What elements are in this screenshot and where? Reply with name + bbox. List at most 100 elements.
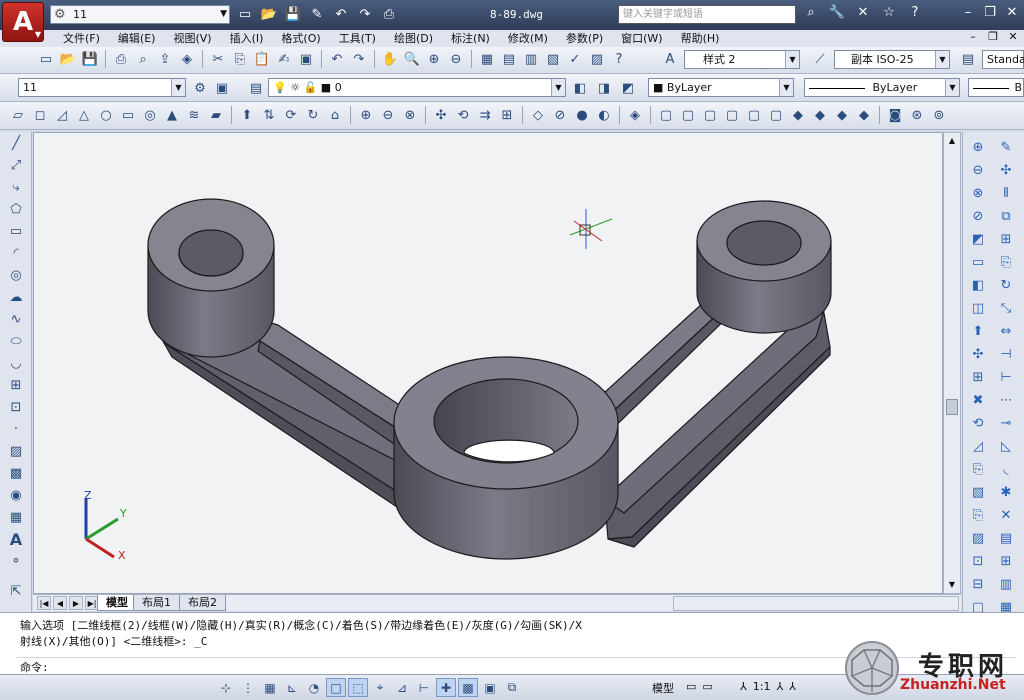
doc-close-icon[interactable]: ✕ (1006, 30, 1020, 43)
mirror-icon[interactable]: ⫴ (995, 182, 1017, 204)
manage-visual-styles-icon[interactable]: ◈ (625, 105, 645, 125)
helix-icon[interactable]: ≋ (184, 105, 204, 125)
3d-dwf-icon[interactable]: ◈ (177, 49, 197, 69)
3d-array-icon[interactable]: ⊞ (497, 105, 517, 125)
group-icon[interactable]: ⊞ (995, 550, 1017, 572)
new-icon[interactable]: ▭ (236, 5, 254, 23)
add-selected-icon[interactable]: ⚬ (1, 550, 31, 572)
extend-icon[interactable]: ⊢ (995, 366, 1017, 388)
restore-button[interactable]: ❐ (980, 4, 1000, 22)
3d-rotate-icon[interactable]: ⟲ (453, 105, 473, 125)
copy-faces-icon[interactable]: ⎘ (967, 458, 989, 480)
slice-icon[interactable]: ◩ (967, 228, 989, 250)
scroll-up-icon[interactable]: ▲ (944, 133, 960, 149)
redo-icon[interactable]: ↷ (356, 5, 374, 23)
hidden-icon[interactable]: ⊘ (550, 105, 570, 125)
planar-surface-icon[interactable]: ▰ (206, 105, 226, 125)
array-icon[interactable]: ⊞ (995, 228, 1017, 250)
fillet-icon[interactable]: ◟ (995, 458, 1017, 480)
break-icon[interactable]: ⋯ (995, 389, 1017, 411)
help-icon[interactable]: ? (906, 5, 924, 20)
point-icon[interactable]: · (1, 418, 31, 440)
design-center-icon[interactable]: ▤ (499, 49, 519, 69)
tab-layout1[interactable]: 布局1 (133, 595, 180, 611)
conceptual-icon[interactable]: ◐ (594, 105, 614, 125)
revision-cloud-icon[interactable]: ☁ (1, 286, 31, 308)
quick-properties-icon[interactable]: ▣ (480, 678, 500, 697)
insert-block-icon[interactable]: ⊞ (1, 374, 31, 396)
properties-icon[interactable]: ▦ (477, 49, 497, 69)
right-view-icon[interactable]: ▢ (722, 105, 742, 125)
save-icon[interactable]: 💾 (80, 49, 100, 69)
doc-restore-icon[interactable]: ❐ (986, 30, 1000, 43)
minimize-button[interactable]: – (958, 4, 978, 22)
lineweight-combo[interactable]: B (968, 78, 1024, 97)
subtract-icon[interactable]: ⊖ (378, 105, 398, 125)
preview-icon[interactable]: ⌕ (133, 49, 153, 69)
separate-icon[interactable]: ⊡ (967, 550, 989, 572)
layers-icon[interactable]: ▤ (995, 527, 1017, 549)
polar-tracking-icon[interactable]: ◔ (304, 678, 324, 697)
nw-iso-icon[interactable]: ◆ (854, 105, 874, 125)
erase-icon[interactable]: ✕ (995, 504, 1017, 526)
circle-icon[interactable]: ◎ (1, 264, 31, 286)
join-icon[interactable]: ⊸ (995, 412, 1017, 434)
copy-edges-icon[interactable]: ⎘ (967, 504, 989, 526)
publish-icon[interactable]: ⇪ (155, 49, 175, 69)
scroll-down-icon[interactable]: ▼ (944, 577, 960, 593)
list-icon[interactable]: ▥ (995, 573, 1017, 595)
transparency-icon[interactable]: ▩ (458, 678, 478, 697)
menu-item[interactable]: 帮助(H) (674, 31, 727, 46)
quick-view-drawings-icon[interactable]: ▭ (702, 680, 712, 693)
color-combo[interactable]: ■ ByLayer ▼ (648, 78, 794, 97)
gradient-icon[interactable]: ▩ (1, 462, 31, 484)
top-view-icon[interactable]: ▢ (656, 105, 676, 125)
region-icon[interactable]: ◉ (1, 484, 31, 506)
undo-icon[interactable]: ↶ (332, 5, 350, 23)
infer-constraints-icon[interactable]: ⊹ (216, 678, 236, 697)
hatch-icon[interactable]: ▨ (1, 440, 31, 462)
sheet-set-icon[interactable]: ▧ (543, 49, 563, 69)
ucs-icon[interactable]: ⇱ (1, 580, 31, 602)
save-as-icon[interactable]: ✎ (308, 5, 326, 23)
make-block-icon[interactable]: ⊡ (1, 396, 31, 418)
3d-object-snap-icon[interactable]: ⬚ (348, 678, 368, 697)
stretch-icon[interactable]: ⇔ (995, 320, 1017, 342)
dynamic-input-icon[interactable]: ⊢ (414, 678, 434, 697)
paste-icon[interactable]: 📋 (252, 49, 272, 69)
ellipse-arc-icon[interactable]: ◡ (1, 352, 31, 374)
menu-item[interactable]: 编辑(E) (111, 31, 163, 46)
menu-item[interactable]: 插入(I) (223, 31, 271, 46)
block-editor-icon[interactable]: ▣ (296, 49, 316, 69)
left-view-icon[interactable]: ▢ (700, 105, 720, 125)
se-iso-icon[interactable]: ◆ (810, 105, 830, 125)
cut-icon[interactable]: ✂ (208, 49, 228, 69)
offset-faces-icon[interactable]: ⊞ (967, 366, 989, 388)
move-icon[interactable]: ✣ (995, 159, 1017, 181)
layer-properties-icon[interactable]: ▤ (246, 78, 266, 98)
color-faces-icon[interactable]: ▧ (967, 481, 989, 503)
cylinder-icon[interactable]: ▭ (118, 105, 138, 125)
next-tab-icon[interactable]: ▶ (69, 596, 83, 610)
annotation-scale-value[interactable]: 1:1 (753, 680, 771, 693)
union-icon[interactable]: ⊕ (356, 105, 376, 125)
save-icon[interactable]: 💾 (284, 5, 302, 23)
line-icon[interactable]: ╱ (1, 132, 31, 154)
pencil-icon[interactable]: ✎ (995, 136, 1017, 158)
application-menu-button[interactable]: A ▼ (2, 2, 44, 42)
pan-icon[interactable]: ✋ (380, 49, 400, 69)
pyramid-icon[interactable]: ▲ (162, 105, 182, 125)
realistic-icon[interactable]: ● (572, 105, 592, 125)
polyline-icon[interactable]: ⤷ (1, 176, 31, 198)
auto-scale-icon[interactable]: ⅄ (789, 680, 796, 693)
table-icon[interactable]: ▦ (1, 506, 31, 528)
binoculars-icon[interactable]: ⌕ (802, 5, 820, 20)
spline-icon[interactable]: ∿ (1, 308, 31, 330)
3d-move-icon[interactable]: ✣ (431, 105, 451, 125)
polygon-icon[interactable]: ⬠ (1, 198, 31, 220)
help-icon[interactable]: ? (609, 49, 629, 69)
workspace-combo-2[interactable]: 11 ▼ (18, 78, 186, 97)
copy-icon[interactable]: ⎘ (995, 251, 1017, 273)
orbit-icon[interactable]: ⊛ (907, 105, 927, 125)
bottom-view-icon[interactable]: ▢ (678, 105, 698, 125)
